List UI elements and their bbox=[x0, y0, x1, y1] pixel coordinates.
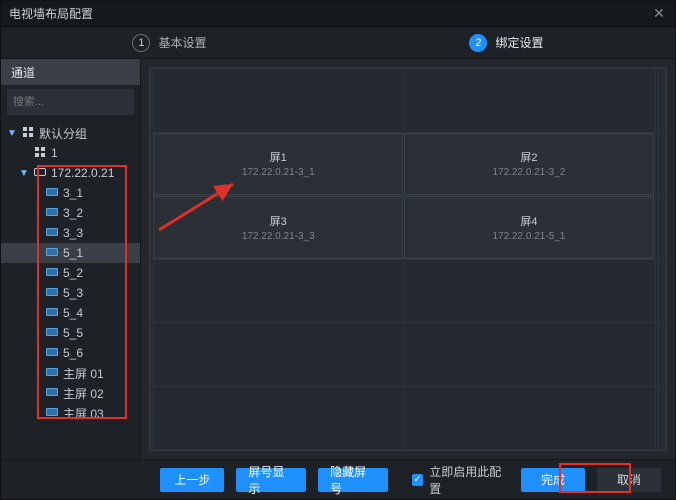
slot-addr: 172.22.0.21-3_1 bbox=[242, 167, 315, 178]
grid-cell-1[interactable]: 屏1 172.22.0.21-3_1 bbox=[153, 133, 403, 196]
grid-panel: 屏1 172.22.0.21-3_1 屏2 172.22.0.21-3_2 屏3 bbox=[141, 59, 675, 459]
device-icon bbox=[33, 167, 47, 179]
slot-addr: 172.22.0.21-3_3 bbox=[242, 231, 315, 242]
channel-icon bbox=[45, 287, 59, 299]
tree-node-ip-label: 172.22.0.21 bbox=[51, 166, 114, 180]
tree-ch-label: 主屏 01 bbox=[63, 365, 104, 382]
channel-icon bbox=[45, 247, 59, 259]
caret-down-icon[interactable]: ▼ bbox=[19, 168, 29, 179]
step-bar: 1 基本设置 2 绑定设置 bbox=[1, 27, 675, 59]
tree-ch-main-03[interactable]: 主屏 03 bbox=[1, 403, 140, 423]
channel-icon bbox=[45, 367, 59, 379]
channel-icon bbox=[45, 307, 59, 319]
enable-now-label: 立即启用此配置 bbox=[429, 463, 509, 497]
tree-ch-5-1[interactable]: 5_1 bbox=[1, 243, 140, 263]
slot-addr: 172.22.0.21-3_2 bbox=[493, 167, 566, 178]
hide-no-label: 隐藏屏号 bbox=[330, 463, 376, 497]
step-number-2: 2 bbox=[469, 34, 487, 52]
tree-ch-5-2[interactable]: 5_2 bbox=[1, 263, 140, 283]
step-bind[interactable]: 2 绑定设置 bbox=[469, 34, 543, 52]
footer: 上一步 屏号显示 隐藏屏号 ✓ 立即启用此配置 完成 取消 bbox=[1, 459, 675, 499]
channel-icon bbox=[45, 387, 59, 399]
search-input[interactable] bbox=[13, 96, 155, 108]
tree-root[interactable]: ▼ 默认分组 bbox=[1, 123, 140, 143]
step-label-1: 基本设置 bbox=[158, 34, 206, 51]
slot-name: 屏3 bbox=[270, 213, 287, 229]
group-icon bbox=[33, 147, 47, 160]
close-icon[interactable]: ✕ bbox=[651, 5, 667, 22]
finish-button-label: 完成 bbox=[541, 471, 565, 488]
prev-button[interactable]: 上一步 bbox=[160, 468, 224, 492]
cancel-button-label: 取消 bbox=[617, 471, 641, 488]
tree-ch-label: 3_1 bbox=[63, 186, 83, 200]
dialog-body: 通道 ▼ 默认分组 ▼ 1 ▼ bbox=[1, 59, 675, 459]
slot-addr: 172.22.0.21-5_1 bbox=[493, 231, 566, 242]
channel-icon bbox=[45, 227, 59, 239]
tree-root-label: 默认分组 bbox=[39, 125, 87, 142]
tree-ch-label: 5_3 bbox=[63, 286, 83, 300]
tree-ch-5-4[interactable]: 5_4 bbox=[1, 303, 140, 323]
left-panel: 通道 ▼ 默认分组 ▼ 1 ▼ bbox=[1, 59, 141, 459]
screen-grid[interactable]: 屏1 172.22.0.21-3_1 屏2 172.22.0.21-3_2 屏3 bbox=[149, 67, 667, 451]
titlebar: 电视墙布局配置 ✕ bbox=[1, 1, 675, 27]
cancel-button[interactable]: 取消 bbox=[597, 468, 661, 492]
slot-name: 屏2 bbox=[520, 149, 537, 165]
search-box[interactable] bbox=[7, 89, 134, 115]
step-basic[interactable]: 1 基本设置 bbox=[132, 34, 206, 52]
tree-ch-label: 5_5 bbox=[63, 326, 83, 340]
tree-ch-3-3[interactable]: 3_3 bbox=[1, 223, 140, 243]
tree-ch-label: 主屏 02 bbox=[63, 385, 104, 402]
channel-icon bbox=[45, 267, 59, 279]
grid-cell-4[interactable]: 屏4 172.22.0.21-5_1 bbox=[404, 196, 654, 259]
prev-button-label: 上一步 bbox=[174, 471, 210, 488]
channel-icon bbox=[45, 347, 59, 359]
dialog-title: 电视墙布局配置 bbox=[9, 5, 651, 22]
channel-icon bbox=[45, 407, 59, 419]
grid-cell-3[interactable]: 屏3 172.22.0.21-3_3 bbox=[153, 196, 403, 259]
slot-name: 屏1 bbox=[270, 149, 287, 165]
tree-ch-label: 主屏 03 bbox=[63, 405, 104, 422]
channel-tree: ▼ 默认分组 ▼ 1 ▼ 172.22.0.21 3_1 3_2 3_3 5_ bbox=[1, 121, 140, 459]
tree-ch-label: 5_2 bbox=[63, 266, 83, 280]
step-label-2: 绑定设置 bbox=[495, 34, 543, 51]
tree-ch-main-02[interactable]: 主屏 02 bbox=[1, 383, 140, 403]
tree-ch-label: 5_1 bbox=[63, 246, 83, 260]
tree-node-1[interactable]: ▼ 1 bbox=[1, 143, 140, 163]
channel-icon bbox=[45, 327, 59, 339]
show-no-label: 屏号显示 bbox=[248, 463, 294, 497]
tree-node-1-label: 1 bbox=[51, 146, 58, 160]
left-tab-channel[interactable]: 通道 bbox=[1, 59, 140, 85]
checkbox-checked-icon: ✓ bbox=[412, 474, 423, 486]
show-screen-no-button[interactable]: 屏号显示 bbox=[236, 468, 306, 492]
group-icon bbox=[21, 127, 35, 140]
grid-cell-2[interactable]: 屏2 172.22.0.21-3_2 bbox=[404, 133, 654, 196]
step-number-1: 1 bbox=[132, 34, 150, 52]
dialog-window: 电视墙布局配置 ✕ 1 基本设置 2 绑定设置 通道 ▼ bbox=[0, 0, 676, 500]
channel-icon bbox=[45, 207, 59, 219]
tree-ch-3-2[interactable]: 3_2 bbox=[1, 203, 140, 223]
caret-down-icon[interactable]: ▼ bbox=[7, 128, 17, 139]
slot-name: 屏4 bbox=[520, 213, 537, 229]
finish-button[interactable]: 完成 bbox=[521, 468, 585, 492]
enable-now-checkbox[interactable]: ✓ 立即启用此配置 bbox=[412, 463, 509, 497]
channel-icon bbox=[45, 187, 59, 199]
tree-node-ip[interactable]: ▼ 172.22.0.21 bbox=[1, 163, 140, 183]
tree-ch-3-1[interactable]: 3_1 bbox=[1, 183, 140, 203]
tree-ch-label: 5_6 bbox=[63, 346, 83, 360]
grid-table: 屏1 172.22.0.21-3_1 屏2 172.22.0.21-3_2 屏3 bbox=[150, 68, 666, 450]
tree-ch-label: 3_3 bbox=[63, 226, 83, 240]
tree-ch-label: 5_4 bbox=[63, 306, 83, 320]
tree-ch-label: 3_2 bbox=[63, 206, 83, 220]
tree-ch-5-6[interactable]: 5_6 bbox=[1, 343, 140, 363]
tree-ch-5-3[interactable]: 5_3 bbox=[1, 283, 140, 303]
tree-ch-5-5[interactable]: 5_5 bbox=[1, 323, 140, 343]
hide-screen-no-button[interactable]: 隐藏屏号 bbox=[318, 468, 388, 492]
tree-ch-main-01[interactable]: 主屏 01 bbox=[1, 363, 140, 383]
